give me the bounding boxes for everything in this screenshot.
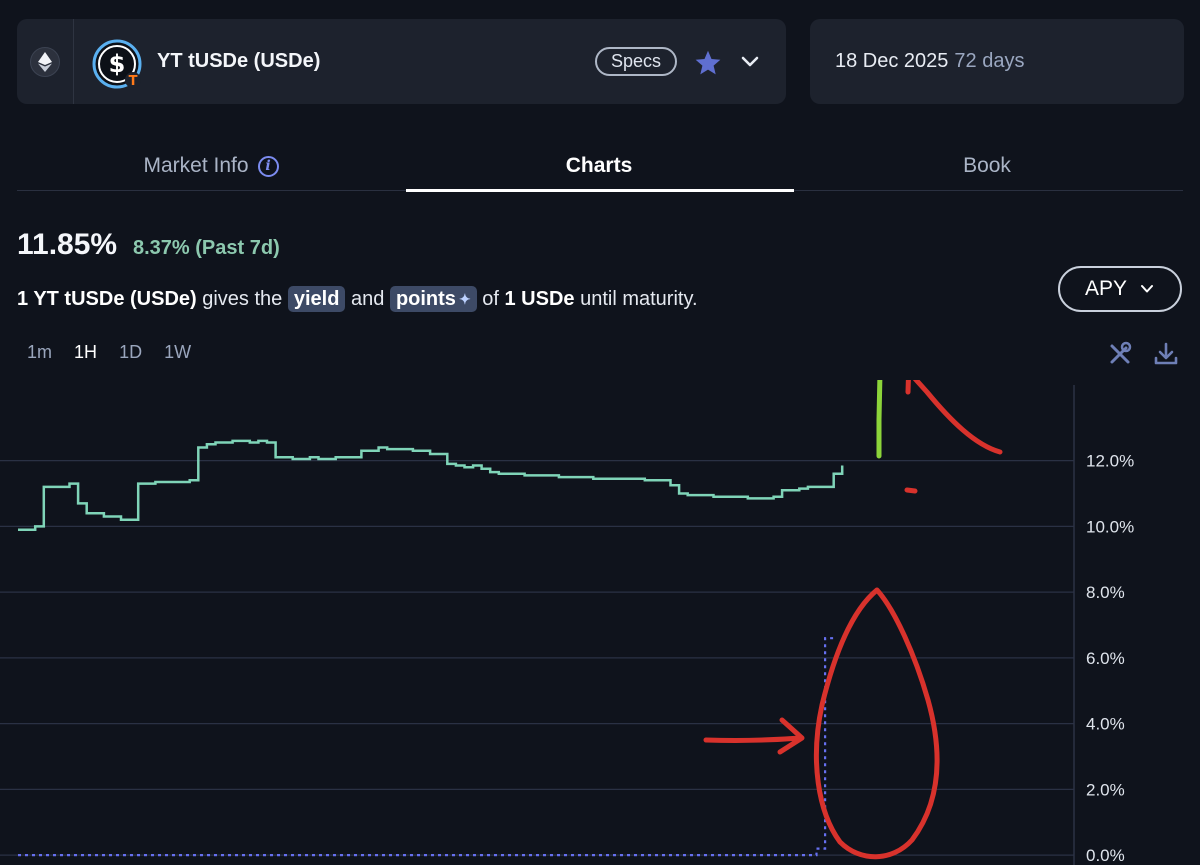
- tools-icon[interactable]: [1107, 341, 1133, 367]
- y-tick-label: 12.0%: [1086, 452, 1134, 471]
- svg-text:$: $: [109, 50, 126, 78]
- tab-charts[interactable]: Charts: [405, 140, 793, 192]
- y-tick-label: 8.0%: [1086, 583, 1125, 602]
- star-icon[interactable]: [694, 49, 722, 77]
- y-tick-label: 4.0%: [1086, 715, 1125, 734]
- info-icon: i: [257, 155, 279, 177]
- maturity-info: 18 Dec 2025 72 days: [835, 19, 1024, 104]
- y-tick-label: 0.0%: [1086, 846, 1125, 865]
- y-axis-ticks: 12.0% 10.0% 8.0% 6.0% 4.0% 2.0% 0.0%: [1086, 452, 1134, 865]
- timeframe-1h[interactable]: 1H: [74, 342, 97, 363]
- desc-of: of: [482, 288, 499, 310]
- y-tick-label: 6.0%: [1086, 649, 1125, 668]
- dollar-coin-icon: $ T: [92, 39, 142, 89]
- timeframe-1m[interactable]: 1m: [27, 342, 52, 363]
- maturity-card: 18 Dec 2025 72 days: [810, 19, 1184, 104]
- days-to-maturity: 72 days: [954, 50, 1025, 72]
- tab-market-info-label: Market Info: [143, 154, 249, 177]
- y-tick-label: 10.0%: [1086, 517, 1134, 536]
- svg-text:T: T: [129, 74, 138, 89]
- annotation-arrow-up: [905, 380, 1003, 455]
- desc-amount: 1 YT tUSDe (USDe): [17, 288, 197, 310]
- desc-underlying: 1 USDe: [504, 288, 575, 310]
- market-card: $ T YT tUSDe (USDe) Specs: [17, 19, 786, 104]
- metric-select[interactable]: APY: [1058, 266, 1182, 312]
- tab-bar: Market Info i Charts Book: [17, 140, 1183, 192]
- apy-chart[interactable]: 12.0% 10.0% 8.0% 6.0% 4.0% 2.0% 0.0%: [0, 380, 1200, 865]
- chain-selector[interactable]: [17, 19, 74, 104]
- maturity-date: 18 Dec 2025: [835, 50, 949, 72]
- active-tab-indicator: [406, 189, 794, 192]
- sparkle-icon: ✦: [458, 291, 471, 307]
- y-tick-label: 2.0%: [1086, 780, 1125, 799]
- timeframe-1d[interactable]: 1D: [119, 342, 142, 363]
- metric-select-value: APY: [1084, 277, 1128, 300]
- current-apy: 11.85%: [17, 228, 118, 261]
- ethereum-icon: [30, 46, 60, 77]
- desc-end: until maturity.: [580, 288, 698, 310]
- annotation-arrow-right: [703, 717, 805, 755]
- desc-mid: gives the: [202, 288, 283, 310]
- tab-market-info[interactable]: Market Info i: [17, 140, 405, 192]
- market-description: 1 YT tUSDe (USDe) gives the yield and po…: [17, 286, 698, 312]
- tab-book[interactable]: Book: [793, 140, 1181, 192]
- market-name: YT tUSDe (USDe): [157, 50, 321, 72]
- yield-badge[interactable]: yield: [287, 286, 346, 312]
- implied-apy-line: [18, 439, 844, 531]
- past-7d-apy: 8.37% (Past 7d): [133, 237, 280, 259]
- desc-and: and: [351, 288, 385, 310]
- points-label: points: [395, 288, 456, 310]
- download-icon[interactable]: [1153, 341, 1179, 367]
- points-badge[interactable]: points ✦: [389, 286, 477, 312]
- timeframe-selector: 1m 1H 1D 1W: [27, 342, 208, 363]
- underlying-apy-line: [18, 637, 834, 857]
- chevron-down-icon[interactable]: [739, 51, 761, 73]
- annotation-dot: [904, 487, 918, 494]
- chevron-down-icon: [1141, 285, 1154, 293]
- timeframe-1w[interactable]: 1W: [164, 342, 191, 363]
- specs-button[interactable]: Specs: [595, 47, 677, 76]
- annotation-green-line: [876, 380, 883, 459]
